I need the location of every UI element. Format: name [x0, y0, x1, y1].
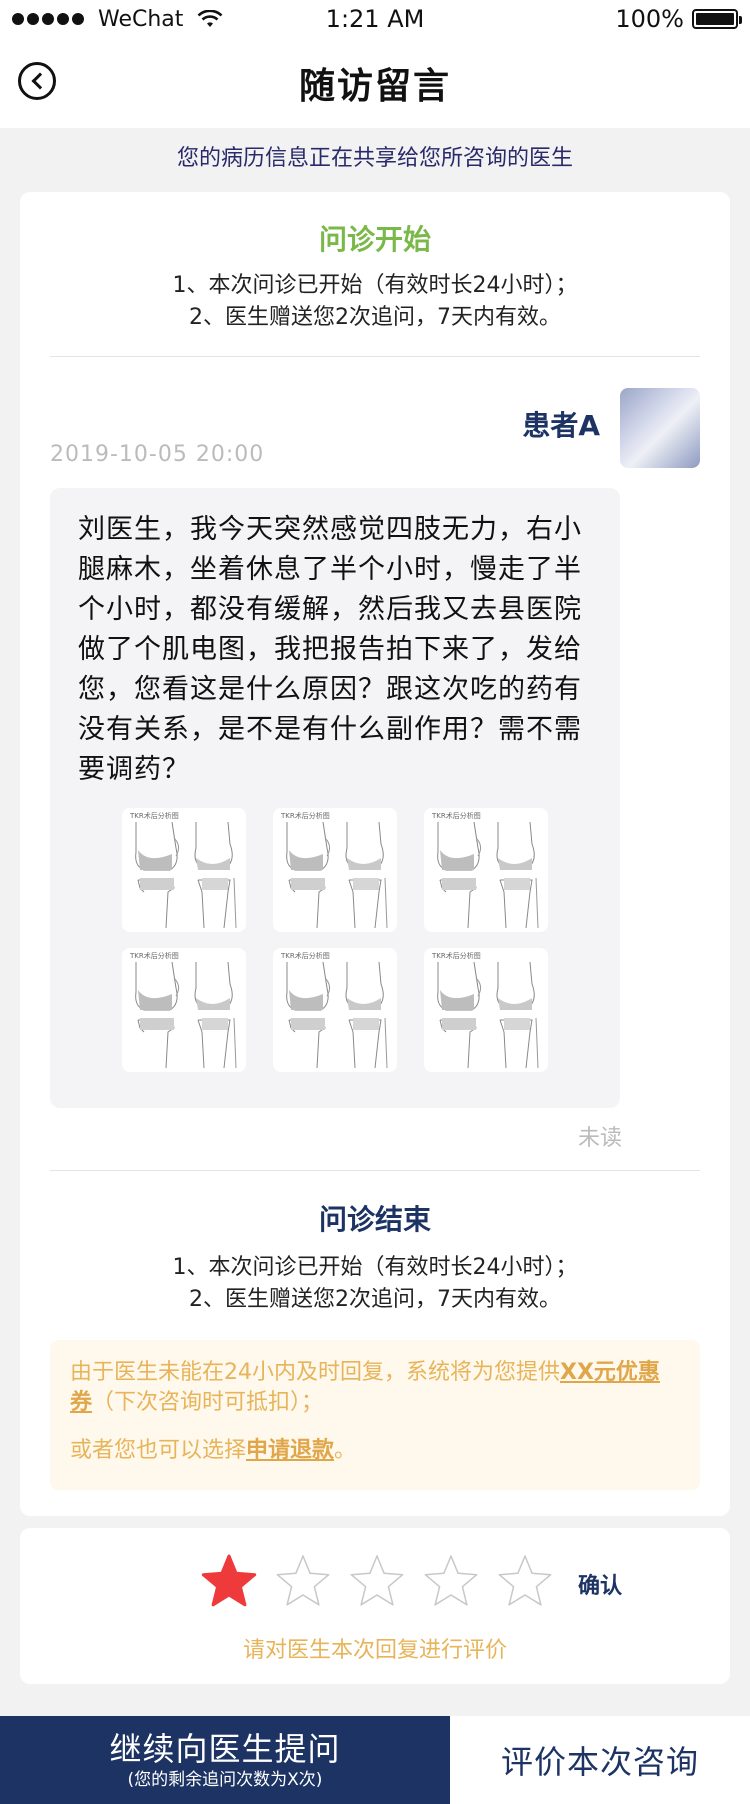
- refund-text: （下次咨询时可抵扣）；: [92, 1390, 324, 1415]
- star-empty-icon[interactable]: [348, 1552, 406, 1610]
- star-rating: [200, 1552, 554, 1610]
- avatar[interactable]: [620, 388, 700, 468]
- star-empty-icon[interactable]: [274, 1552, 332, 1610]
- refund-text: 或者您也可以选择: [70, 1438, 247, 1463]
- conversation-card: 问诊开始 1、本次问诊已开始（有效时长24小时）； 2、医生赠送您2次追问，7天…: [20, 192, 730, 1516]
- image-thumbnail[interactable]: TKR术后分析图: [273, 808, 397, 932]
- knee-xray-image: [286, 961, 388, 1069]
- confirm-button[interactable]: 确认: [578, 1568, 622, 1600]
- refund-line-2: 或者您也可以选择申请退款。: [70, 1436, 680, 1466]
- ask-doctor-label: 继续向医生提问: [109, 1730, 341, 1768]
- wifi-icon: [198, 10, 223, 27]
- consult-start-notice: 1、本次问诊已开始（有效时长24小时）； 2、医生赠送您2次追问，7天内有效。: [20, 270, 730, 334]
- consult-end-line-1: 1、本次问诊已开始（有效时长24小时）；: [172, 1255, 578, 1280]
- ask-doctor-button[interactable]: 继续向医生提问 (您的剩余追问次数为X次): [0, 1716, 450, 1804]
- share-notice: 您的病历信息正在共享给您所咨询的医生: [176, 146, 573, 171]
- consult-end-notice: 1、本次问诊已开始（有效时长24小时）； 2、医生赠送您2次追问，7天内有效。: [20, 1252, 730, 1316]
- knee-xray-image: [286, 821, 388, 929]
- image-caption: TKR术后分析图: [130, 812, 179, 820]
- read-status: 未读: [577, 1126, 622, 1151]
- refund-text: 。: [334, 1438, 357, 1463]
- consult-end-title: 问诊结束: [318, 1203, 431, 1236]
- refund-notice: 由于医生未能在24小内及时回复，系统将为您提供XX元优惠券（下次咨询时可抵扣）；…: [50, 1340, 700, 1490]
- sender-name: 患者A: [522, 409, 600, 442]
- rating-card: 确认 请对医生本次回复进行评价: [20, 1528, 730, 1684]
- divider: [50, 1170, 700, 1171]
- image-caption: TKR术后分析图: [281, 812, 330, 820]
- knee-xray-image: [437, 961, 539, 1069]
- message-text: 刘医生，我今天突然感觉四肢无力，右小腿麻木，坐着休息了半个小时，慢走了半个小时，…: [78, 514, 582, 785]
- knee-xray-image: [135, 961, 237, 1069]
- image-caption: TKR术后分析图: [281, 952, 330, 960]
- remaining-questions-label: (您的剩余追问次数为X次): [127, 1770, 323, 1790]
- consult-start-line-1: 1、本次问诊已开始（有效时长24小时）；: [172, 273, 578, 298]
- image-thumbnail[interactable]: TKR术后分析图: [424, 948, 548, 1072]
- consult-start-title: 问诊开始: [318, 223, 431, 256]
- back-arrow-circle-icon: [31, 72, 48, 90]
- message-timestamp: 2019-10-05 20:00: [50, 442, 265, 467]
- battery-percent: 100%: [615, 5, 684, 33]
- consult-end-line-2: 2、医生赠送您2次追问，7天内有效。: [189, 1287, 561, 1312]
- refund-text: 由于医生未能在24小内及时回复，系统将为您提供: [70, 1360, 560, 1385]
- image-caption: TKR术后分析图: [130, 952, 179, 960]
- image-thumbnail[interactable]: TKR术后分析图: [273, 948, 397, 1072]
- signal-dots-icon: [12, 13, 84, 25]
- page-title: 随访留言: [298, 66, 451, 107]
- back-button[interactable]: [18, 62, 56, 100]
- battery-icon: [692, 9, 742, 29]
- status-left: WeChat: [12, 7, 262, 32]
- image-caption: TKR术后分析图: [432, 812, 481, 820]
- rate-consultation-button[interactable]: 评价本次咨询: [450, 1716, 750, 1804]
- knee-xray-image: [437, 821, 539, 929]
- star-empty-icon[interactable]: [496, 1552, 554, 1610]
- refund-link[interactable]: 申请退款: [246, 1438, 334, 1463]
- image-thumbnail[interactable]: TKR术后分析图: [424, 808, 548, 932]
- star-empty-icon[interactable]: [422, 1552, 480, 1610]
- status-bar: WeChat 1:21 AM 100%: [0, 0, 750, 38]
- image-grid: TKR术后分析图 TKR术后分析图 TKR术后分析图 TKR术后分析图 TKR术…: [122, 808, 552, 1078]
- rating-hint: 请对医生本次回复进行评价: [242, 1638, 507, 1663]
- status-time: 1:21 AM: [325, 5, 425, 33]
- image-caption: TKR术后分析图: [432, 952, 481, 960]
- consult-start-line-2: 2、医生赠送您2次追问，7天内有效。: [189, 305, 561, 330]
- star-filled-icon[interactable]: [200, 1552, 258, 1610]
- bottom-bar: 继续向医生提问 (您的剩余追问次数为X次) 评价本次咨询: [0, 1716, 750, 1804]
- knee-xray-image: [135, 821, 237, 929]
- nav-bar: 随访留言: [0, 38, 750, 128]
- message-bubble: 刘医生，我今天突然感觉四肢无力，右小腿麻木，坐着休息了半个小时，慢走了半个小时，…: [50, 488, 620, 1108]
- status-right: 100%: [488, 5, 742, 33]
- divider: [50, 356, 700, 357]
- carrier-label: WeChat: [98, 6, 184, 32]
- refund-line-1: 由于医生未能在24小内及时回复，系统将为您提供XX元优惠券（下次咨询时可抵扣）；: [70, 1358, 680, 1418]
- image-thumbnail[interactable]: TKR术后分析图: [122, 808, 246, 932]
- image-thumbnail[interactable]: TKR术后分析图: [122, 948, 246, 1072]
